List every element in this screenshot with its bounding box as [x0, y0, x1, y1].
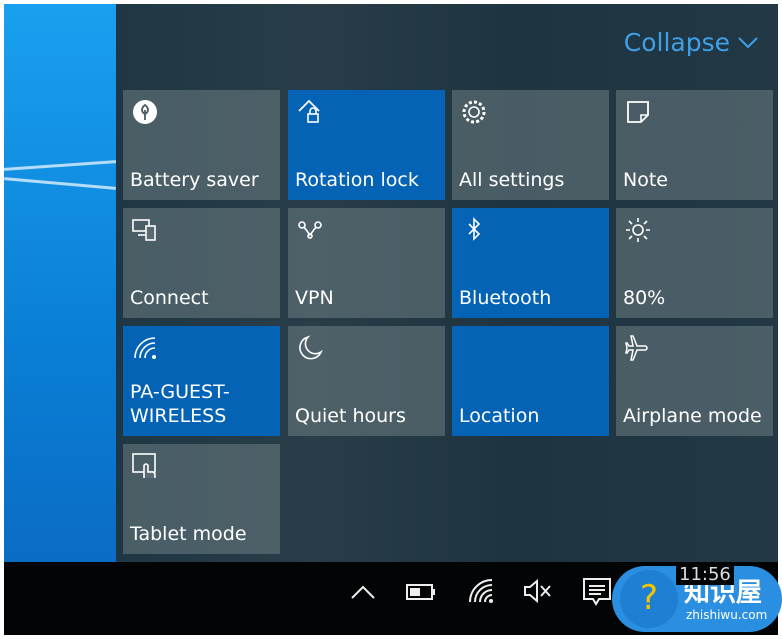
- tile-label: All settings: [459, 169, 565, 191]
- desktop-background: [4, 4, 116, 562]
- tile-80[interactable]: 80%: [616, 208, 773, 318]
- rotation-lock-icon: [296, 98, 324, 126]
- airplane-icon: [624, 334, 652, 362]
- action-center-icon[interactable]: [580, 576, 614, 612]
- connect-icon: [131, 216, 159, 244]
- tile-label: VPN: [295, 287, 334, 309]
- tile-label: Bluetooth: [459, 287, 552, 309]
- wifi-icon: [131, 334, 159, 362]
- tile-label: 80%: [623, 287, 666, 309]
- watermark-url: zhishiwu.com: [686, 608, 768, 622]
- tile-airplane-mode[interactable]: Airplane mode: [616, 326, 773, 436]
- tile-connect[interactable]: Connect: [123, 208, 280, 318]
- tile-label: Quiet hours: [295, 405, 406, 427]
- tile-bluetooth[interactable]: Bluetooth: [452, 208, 609, 318]
- volume-muted-icon[interactable]: [520, 576, 554, 612]
- note-icon: [624, 98, 652, 126]
- light-beam: [4, 177, 116, 190]
- tile-vpn[interactable]: VPN: [288, 208, 445, 318]
- tile-label: Location: [459, 405, 540, 427]
- chevron-down-icon: [738, 36, 758, 48]
- light-beam: [4, 160, 116, 171]
- tile-battery-saver[interactable]: Battery saver: [123, 90, 280, 200]
- bluetooth-icon: [460, 216, 488, 244]
- battery-saver-icon: [131, 98, 159, 126]
- tile-location[interactable]: Location: [452, 326, 609, 436]
- gear-icon: [460, 98, 488, 126]
- tile-quiet-hours[interactable]: Quiet hours: [288, 326, 445, 436]
- chevron-up-icon[interactable]: [346, 576, 380, 612]
- tile-pa-guest-wireless[interactable]: PA-GUEST- WIRELESS: [123, 326, 280, 436]
- tablet-mode-icon: [131, 452, 159, 480]
- moon-icon: [296, 334, 324, 362]
- tile-label: Tablet mode: [130, 523, 247, 545]
- wifi-icon[interactable]: [464, 576, 498, 612]
- question-icon: ?: [620, 570, 678, 628]
- tile-label: Airplane mode: [623, 405, 762, 427]
- battery-icon[interactable]: [404, 576, 438, 612]
- tile-label: Rotation lock: [295, 169, 419, 191]
- collapse-label: Collapse: [623, 28, 730, 57]
- tile-rotation-lock[interactable]: Rotation lock: [288, 90, 445, 200]
- tile-note[interactable]: Note: [616, 90, 773, 200]
- tile-label: Note: [623, 169, 668, 191]
- tile-label: Battery saver: [130, 169, 259, 191]
- clock[interactable]: 11:56: [676, 565, 734, 585]
- tile-label: PA-GUEST- WIRELESS: [130, 381, 230, 427]
- location-icon: [460, 334, 488, 362]
- tile-label: Connect: [130, 287, 209, 309]
- tile-tablet-mode[interactable]: Tablet mode: [123, 444, 280, 554]
- vpn-icon: [296, 216, 324, 244]
- tile-all-settings[interactable]: All settings: [452, 90, 609, 200]
- brightness-icon: [624, 216, 652, 244]
- collapse-button[interactable]: Collapse: [624, 28, 758, 57]
